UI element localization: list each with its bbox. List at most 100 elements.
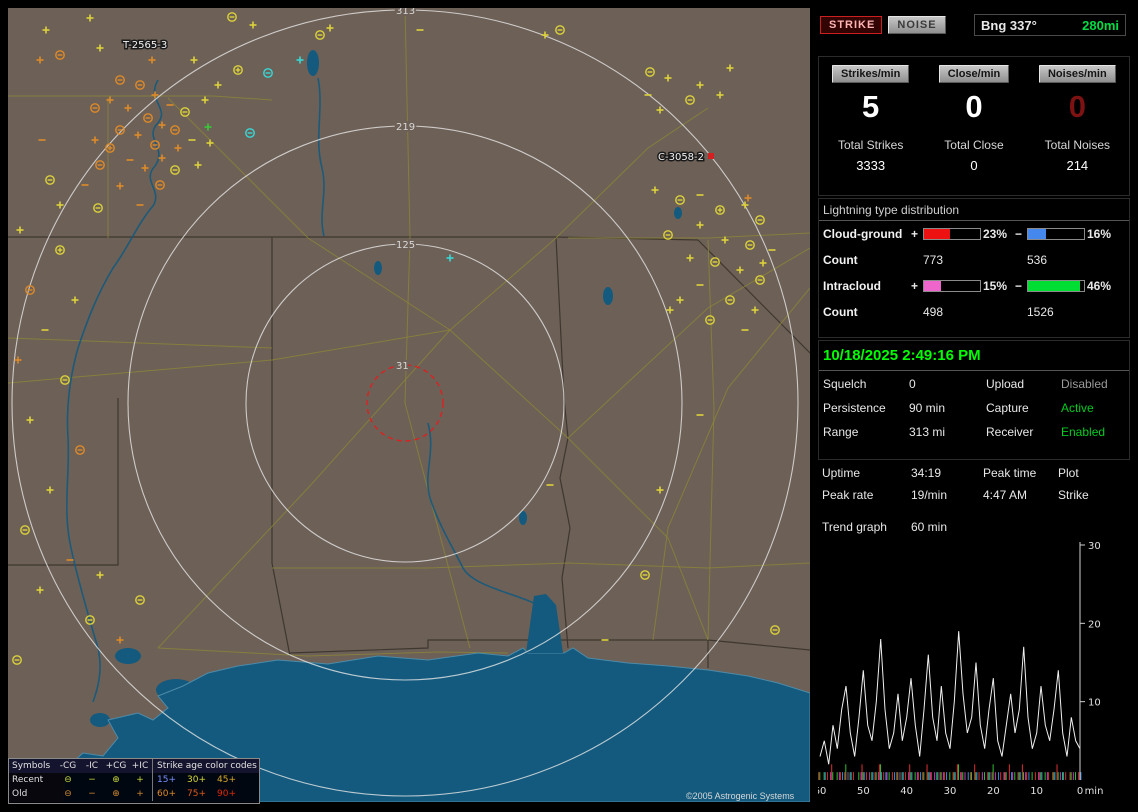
noise-toggle-button[interactable]: NOISE xyxy=(888,16,946,34)
legend-symbols-header: Symbols xyxy=(12,761,51,771)
count-label: Count xyxy=(823,305,858,319)
distribution-section: Lightning type distribution Cloud-ground… xyxy=(818,198,1130,338)
storm-cell-label: T-2565-3 xyxy=(122,40,167,51)
svg-text:20: 20 xyxy=(1088,619,1101,630)
trend-line xyxy=(819,631,1081,765)
svg-text:20: 20 xyxy=(987,786,1000,797)
svg-text:min: min xyxy=(1085,786,1104,797)
stat-row: Uptime 34:19 Peak time Plot xyxy=(822,466,1079,480)
ic-negative-percent: 46% xyxy=(1087,279,1112,293)
intracloud-count-row: Count 498 1526 xyxy=(819,299,1129,325)
lake xyxy=(374,261,382,275)
bearing-range-value: 280mi xyxy=(1082,17,1119,33)
cg-positive-count: 773 xyxy=(923,253,944,267)
cg-negative-percent: 16% xyxy=(1087,227,1112,241)
lake xyxy=(307,50,319,76)
map-legend: Symbols -CG -IC +CG +IC Strike age color… xyxy=(8,758,260,804)
trend-graph: 10 20 30 60 50 40 30 20 10 0min xyxy=(818,541,1104,797)
map-view[interactable]: 313 219 125 31 T-2565-3 C-3058-2 Symbols -CG … xyxy=(8,8,810,804)
control-panel: STRIKE NOISE Bng 337° 280mi Strikes/min … xyxy=(818,10,1130,804)
total-noises-value: 214 xyxy=(1066,158,1089,173)
svg-text:0: 0 xyxy=(1077,786,1083,797)
minus-sign: − xyxy=(1015,227,1023,241)
legend-age-header: Strike age color codes xyxy=(152,759,259,773)
close-per-min-value: 0 xyxy=(965,89,983,124)
plus-sign: + xyxy=(911,279,919,293)
status-grid: Squelch 0 Upload Disabled Persistence 90 min C… xyxy=(819,375,1129,443)
svg-text:30: 30 xyxy=(944,786,957,797)
status-row: Persistence 90 min Capture Active xyxy=(823,401,1094,415)
total-close-value: 0 xyxy=(970,158,978,173)
legend-col-neg-ic: -IC xyxy=(85,761,99,771)
total-noises-label: Total Noises xyxy=(1044,138,1111,152)
lake xyxy=(90,713,110,727)
trend-label-row: Trend graph 60 min xyxy=(818,516,1128,538)
status-section: 10/18/2025 2:49:16 PM Squelch 0 Upload Disa… xyxy=(818,340,1130,460)
total-strikes-label: Total Strikes xyxy=(837,138,904,152)
count-label: Count xyxy=(823,253,858,267)
cg-negative-bar xyxy=(1027,228,1085,240)
total-strikes-value: 3333 xyxy=(856,158,886,173)
lake xyxy=(674,207,682,219)
intracloud-row: Intracloud + 15% − 46% xyxy=(819,273,1129,299)
svg-text:10: 10 xyxy=(1030,786,1043,797)
total-close-label: Total Close xyxy=(944,138,1004,152)
legend-header-row: Symbols -CG -IC +CG +IC Strike age color… xyxy=(9,759,259,773)
datetime-display: 10/18/2025 2:49:16 PM xyxy=(819,341,1129,371)
ic-negative-bar xyxy=(1027,280,1085,292)
strike-toggle-button[interactable]: STRIKE xyxy=(820,16,882,34)
ic-negative-count: 1526 xyxy=(1027,305,1054,319)
trend-graph-label: Trend graph xyxy=(822,520,887,534)
trend-window-value: 60 min xyxy=(911,520,948,534)
svg-text:60: 60 xyxy=(818,786,826,797)
plus-sign: + xyxy=(911,227,919,241)
minus-sign: − xyxy=(1015,279,1023,293)
legend-row: Old ⊖ − ⊕ +60+ 75+ 90+ xyxy=(9,787,259,801)
noises-per-min-value: 0 xyxy=(1068,89,1086,124)
cg-positive-percent: 23% xyxy=(983,227,1008,241)
legend-col-pos-cg: +CG xyxy=(105,761,127,771)
ic-positive-percent: 15% xyxy=(983,279,1008,293)
storm-cell-marker xyxy=(708,153,714,159)
cloud-ground-row: Cloud-ground + 23% − 16% xyxy=(819,221,1129,247)
legend-col-pos-ic: +IC xyxy=(131,761,149,771)
intracloud-label: Intracloud xyxy=(823,279,882,293)
counters-section: Strikes/min 5 Total Strikes 3333 Close/m… xyxy=(818,56,1130,196)
stats-grid: Uptime 34:19 Peak time Plot Peak rate 19/min 4… xyxy=(818,462,1128,506)
noises-per-min-button[interactable]: Noises/min xyxy=(1038,65,1116,83)
close-per-min-button[interactable]: Close/min xyxy=(938,65,1010,83)
status-row: Range 313 mi Receiver Enabled xyxy=(823,425,1106,439)
ic-positive-bar xyxy=(923,280,981,292)
mode-toggle-section: STRIKE NOISE Bng 337° 280mi xyxy=(818,10,1128,48)
counter-noises: Noises/min 0 Total Noises 214 xyxy=(1026,57,1129,195)
svg-text:40: 40 xyxy=(900,786,913,797)
strikes-per-min-value: 5 xyxy=(862,89,880,124)
cloud-ground-label: Cloud-ground xyxy=(823,227,903,241)
storm-cell-label: C-3058-2 xyxy=(658,152,704,163)
svg-text:50: 50 xyxy=(857,786,870,797)
range-circle-label: 31 xyxy=(396,361,409,372)
ic-positive-count: 498 xyxy=(923,305,944,319)
map-canvas[interactable]: 313 219 125 31 T-2565-3 C-3058-2 xyxy=(8,8,810,802)
legend-col-neg-cg: -CG xyxy=(59,761,77,771)
strikes-per-min-button[interactable]: Strikes/min xyxy=(832,65,910,83)
svg-text:10: 10 xyxy=(1088,698,1101,709)
cg-positive-bar xyxy=(923,228,981,240)
svg-text:30: 30 xyxy=(1088,541,1101,552)
range-circle-label: 313 xyxy=(396,8,415,17)
stat-row: Peak rate 19/min 4:47 AM Strike xyxy=(822,488,1089,502)
cloud-ground-count-row: Count 773 536 xyxy=(819,247,1129,273)
copyright-text: ©2005 Astrogenic Systems xyxy=(686,791,795,801)
lake xyxy=(115,648,141,664)
bearing-value: Bng 337° xyxy=(981,17,1037,33)
counter-strikes: Strikes/min 5 Total Strikes 3333 xyxy=(819,57,922,195)
lake xyxy=(603,287,613,305)
legend-rows: Recent ⊖ − ⊕ +15+ 30+ 45+ Old ⊖ − ⊕ +60+ 75+ 90+ xyxy=(9,773,259,801)
bearing-display: Bng 337° 280mi xyxy=(974,14,1126,36)
stats-section: Uptime 34:19 Peak time Plot Peak rate 19/min 4… xyxy=(818,462,1128,804)
range-circle-label: 125 xyxy=(396,240,415,251)
legend-row: Recent ⊖ − ⊕ +15+ 30+ 45+ xyxy=(9,773,259,787)
range-circle-label: 219 xyxy=(396,122,415,133)
distribution-title: Lightning type distribution xyxy=(819,199,1129,221)
cg-negative-count: 536 xyxy=(1027,253,1048,267)
